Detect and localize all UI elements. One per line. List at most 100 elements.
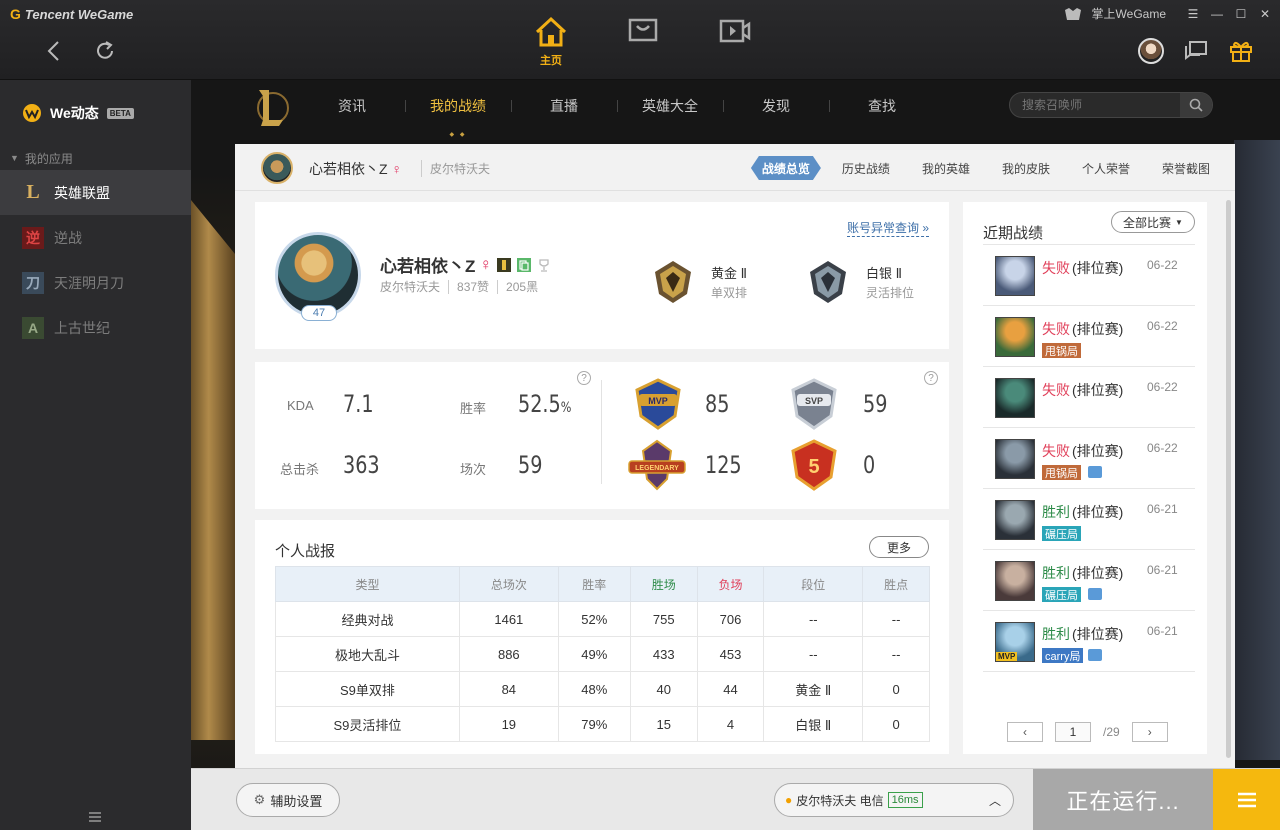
kills-label: 总击杀 (280, 462, 320, 477)
sub-tab-my-champions[interactable]: 我的英雄 (911, 156, 981, 180)
badges-help-icon[interactable]: ? (924, 371, 938, 385)
top-tabs: 主页 (505, 0, 781, 80)
game-menu-button[interactable] (1213, 769, 1280, 830)
refresh-button[interactable] (90, 36, 120, 66)
profile-name-text: 心若相依丶Z (380, 257, 476, 276)
ping-badge: 16ms (887, 792, 923, 808)
panel-scrollbar[interactable] (1226, 200, 1231, 758)
lol-logo-icon[interactable] (253, 86, 289, 130)
match-mode: (排位赛) (1072, 443, 1124, 459)
match-result-text: 胜利 (1042, 565, 1070, 581)
screenshot-icon[interactable] (1088, 588, 1102, 600)
list-item[interactable]: MVP 胜利 (排位赛) 06-21 carry局 (983, 610, 1195, 671)
match-filter-dropdown[interactable]: 全部比赛 ▼ (1111, 211, 1195, 233)
vip-badge-icon (497, 257, 512, 272)
account-anomaly-link[interactable]: 账号异常查询 » (846, 219, 929, 237)
my-apps-header[interactable]: ▼ 我的应用 (0, 146, 191, 170)
lol-tab-news[interactable]: 资讯 (299, 80, 405, 132)
sub-tab-history[interactable]: 历史战绩 (831, 156, 901, 180)
sub-tab-honor-screenshots[interactable]: 荣誉截图 (1151, 156, 1221, 180)
svp-count: 59 (863, 390, 888, 418)
summoner-search-input[interactable] (1010, 98, 1180, 112)
sub-tab-overview[interactable]: 战绩总览 (751, 156, 821, 180)
my-apps-label: 我的应用 (24, 151, 73, 166)
close-button[interactable]: ✕ (1258, 7, 1272, 21)
match-filter-label: 全部比赛 (1123, 215, 1172, 230)
next-page-button[interactable]: › (1131, 722, 1168, 742)
sidebar-item-lol[interactable]: L 英雄联盟 (0, 170, 191, 215)
search-button[interactable] (1180, 93, 1212, 117)
winrate-unit: % (560, 400, 572, 416)
tab-store[interactable] (597, 0, 689, 80)
sidebar-item-nizhan[interactable]: 逆 逆战 (0, 215, 191, 260)
trophy-icon[interactable] (536, 257, 552, 273)
assist-settings-button[interactable]: ⚙ 辅助设置 (236, 783, 340, 817)
server-selector[interactable]: ● 皮尔特沃夫 电信 16ms ︿ (774, 783, 1014, 817)
kills-value: 363 (343, 451, 380, 479)
more-button[interactable]: 更多 (869, 536, 929, 558)
summoner-name-text: 心若相依丶Z (309, 161, 388, 177)
penta-kill-badge-icon: 5 (791, 439, 837, 491)
cell-wins: 755 (629, 601, 698, 637)
lol-tab-champions[interactable]: 英雄大全 (617, 80, 723, 132)
profile-card: 47 心若相依丶Z ♀ 皮尔特沃夫 837赞 205黑 账号异常查询 » 黄金 Ⅱ … (255, 202, 949, 349)
window-controls: 掌上WeGame ☰ — ☐ ✕ (1064, 5, 1272, 22)
sidebar-menu-icon[interactable] (88, 812, 102, 822)
we-dynamics-header[interactable]: We动态 BETA (0, 80, 191, 146)
messages-icon[interactable] (1184, 40, 1208, 62)
sidebar-item-archeage[interactable]: A 上古世纪 (0, 305, 191, 350)
copy-icon[interactable] (516, 257, 532, 273)
svp-badge-icon: SVP (791, 378, 837, 430)
lol-tab-discover[interactable]: 发现 (723, 80, 829, 132)
sidebar-item-tianya[interactable]: 刀 天涯明月刀 (0, 260, 191, 305)
report-table: 类型 总场次 胜率 胜场 负场 段位 胜点 经典对战 1461 52% 755 … (275, 566, 930, 742)
match-date: 06-21 (1147, 624, 1178, 638)
lol-tab-search[interactable]: 查找 (829, 80, 935, 132)
minimize-button[interactable]: — (1210, 7, 1224, 21)
cell-winrate: 79% (557, 706, 631, 742)
server-status-dot-icon: ● (785, 793, 793, 807)
current-page[interactable]: 1 (1055, 722, 1091, 742)
match-result: 胜利 (排位赛) (1042, 502, 1123, 522)
gift-icon[interactable] (1228, 39, 1254, 63)
menu-icon[interactable]: ☰ (1186, 7, 1200, 21)
sub-tab-my-skins[interactable]: 我的皮肤 (991, 156, 1061, 180)
refresh-icon (97, 41, 113, 59)
list-item[interactable]: 失败 (排位赛) 06-22 甩锅局 (983, 427, 1195, 488)
list-item[interactable]: 胜利 (排位赛) 06-21 碾压局 (983, 549, 1195, 610)
back-button[interactable] (38, 36, 68, 66)
wegame-logo-text: Tencent WeGame (24, 6, 134, 22)
list-item[interactable]: 胜利 (排位赛) 06-21 碾压局 (983, 488, 1195, 549)
tab-home[interactable]: 主页 (505, 0, 597, 80)
report-title: 个人战报 (275, 543, 336, 560)
lol-tab-live[interactable]: 直播 (511, 80, 617, 132)
pagination: ‹ 1 /29 › (1007, 722, 1168, 742)
user-avatar[interactable] (1138, 38, 1164, 64)
lol-tab-my-record[interactable]: 我的战绩 (405, 80, 511, 138)
screenshot-icon[interactable] (1088, 649, 1102, 661)
cell-type: S9单双排 (275, 671, 460, 707)
list-item[interactable]: 失败 (排位赛) 06-22 (983, 244, 1195, 305)
stats-card: KDA 7.1 胜率 52.5% ? 总击杀 363 场次 59 MVP 85 … (255, 362, 949, 509)
screenshot-icon[interactable] (1088, 466, 1102, 478)
total-pages: /29 (1103, 725, 1120, 739)
rank-solo-tier: 黄金 Ⅱ (711, 266, 748, 281)
back-arrow-icon (47, 41, 59, 61)
kda-label: KDA (287, 398, 314, 413)
tab-video[interactable] (689, 0, 781, 80)
mobile-wegame-link[interactable]: 掌上WeGame (1092, 5, 1166, 22)
match-result-text: 失败 (1042, 443, 1070, 459)
maximize-button[interactable]: ☐ (1234, 7, 1248, 21)
list-item[interactable]: 失败 (排位赛) 06-22 (983, 366, 1195, 427)
col-losses: 负场 (696, 566, 765, 602)
winrate-number: 52.5 (518, 390, 561, 418)
lol-tabs: 资讯 我的战绩 直播 英雄大全 发现 查找 (299, 80, 935, 138)
prev-page-button[interactable]: ‹ (1007, 722, 1043, 742)
sub-tab-honors[interactable]: 个人荣誉 (1071, 156, 1141, 180)
rank-solo-queue: 单双排 (711, 286, 748, 300)
running-status: 正在运行... (1033, 769, 1213, 830)
stats-help-icon[interactable]: ? (577, 371, 591, 385)
list-item[interactable]: 失败 (排位赛) 06-22 甩锅局 (983, 305, 1195, 366)
champion-portrait (995, 378, 1035, 418)
cell-total: 1461 (458, 601, 559, 637)
